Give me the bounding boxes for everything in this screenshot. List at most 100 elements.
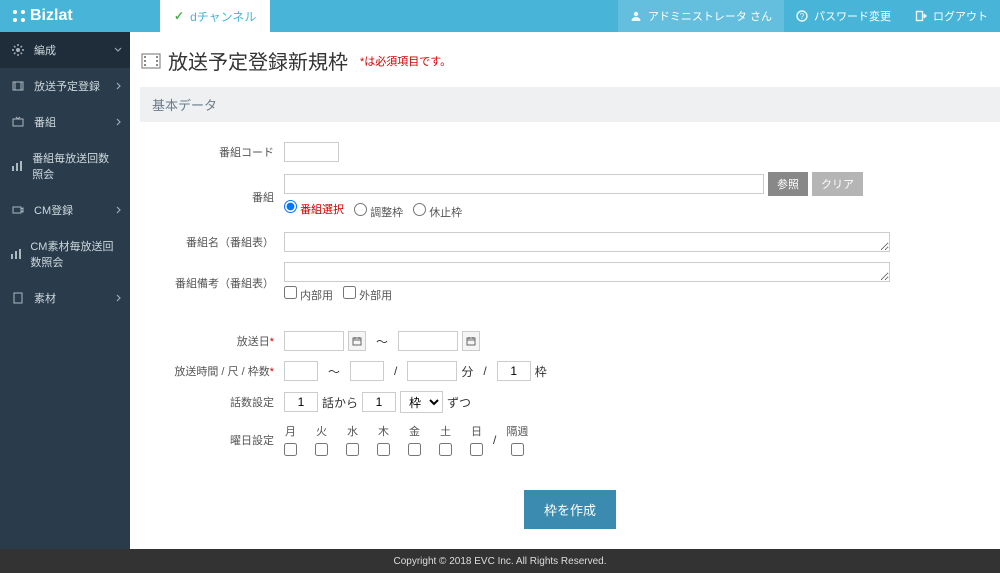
each-label: ずつ [447,394,471,411]
create-slot-button[interactable]: 枠を作成 [524,490,616,529]
program-code-input[interactable] [284,142,339,162]
day-sat-check[interactable] [439,443,452,456]
svg-text:?: ? [800,12,805,21]
program-input[interactable] [284,174,764,194]
day-mon: 月 [284,423,297,456]
slash: / [394,364,397,378]
sidebar-item-cm-material-count[interactable]: CM素材毎放送回数照会 [0,228,130,280]
form: 番組コード 番組 参照 クリア 番組選択 調整枠 休止枠 [140,122,1000,549]
brand-text: Bizlat [30,7,73,25]
day-tue-check[interactable] [315,443,328,456]
footer: Copyright © 2018 EVC Inc. All Rights Res… [0,549,1000,573]
sidebar-item-schedule[interactable]: 放送予定登録 [0,68,130,104]
day-sun-check[interactable] [470,443,483,456]
days-group: 月 火 水 木 金 土 日 [284,423,483,456]
browse-button[interactable]: 参照 [768,172,808,196]
clear-button[interactable]: クリア [812,172,863,196]
time-from[interactable] [284,361,318,381]
label-broadcast-date: 放送日* [154,333,284,349]
sidebar-item-compose[interactable]: 編成 [0,32,130,68]
channel-tab[interactable]: ✓ dチャンネル [160,0,270,32]
time-to[interactable] [350,361,384,381]
chart-icon [10,248,22,260]
sidebar-item-label: 編成 [34,42,56,58]
check-external[interactable]: 外部用 [343,286,392,303]
required-note: *は必須項目です。 [360,53,451,69]
episode-start-input[interactable] [284,392,318,412]
admin-user-label: アドミニストレータ さん [648,8,772,24]
calendar-icon[interactable] [462,331,480,351]
day-tue: 火 [315,423,328,456]
tv-icon [10,116,26,128]
duration-input[interactable] [407,361,457,381]
tilde: 〜 [376,333,388,350]
day-thu-check[interactable] [377,443,390,456]
minutes-label: 分 [461,363,473,380]
day-fri-check[interactable] [408,443,421,456]
day-thu: 木 [377,423,390,456]
slots-label: 枠 [535,363,547,380]
broadcast-date-from[interactable] [284,331,344,351]
file-icon [10,292,26,304]
program-note-input[interactable] [284,262,890,282]
slot-count-input[interactable] [497,361,531,381]
logout-label: ログアウト [933,8,988,24]
check-icon: ✓ [174,9,184,23]
radio-adjust-slot[interactable]: 調整枠 [354,203,403,220]
label-program-code: 番組コード [154,144,284,160]
day-sat: 土 [439,423,452,456]
film-icon [140,50,162,72]
sidebar-item-label: 素材 [34,290,56,306]
sidebar-item-label: 番組毎放送回数照会 [32,150,120,182]
label-program-name: 番組名（番組表） [154,234,284,250]
topbar: Bizlat ✓ dチャンネル アドミニストレータ さん ? パスワード変更 ロ… [0,0,1000,32]
channel-tab-label: dチャンネル [190,8,256,25]
label-time-scale-slots: 放送時間 / 尺 / 枠数* [154,363,284,379]
sidebar: 編成 放送予定登録 番組 番組毎放送回数照会 CM登録 CM素材毎放送回数照会 [0,32,130,549]
sidebar-item-label: CM登録 [34,202,73,218]
sidebar-item-program-count[interactable]: 番組毎放送回数照会 [0,140,130,192]
brand-logo: Bizlat [0,0,160,32]
day-wed: 水 [346,423,359,456]
label-program-note: 番組備考（番組表） [154,275,284,291]
admin-user[interactable]: アドミニストレータ さん [618,0,784,32]
sidebar-item-cm-register[interactable]: CM登録 [0,192,130,228]
day-mon-check[interactable] [284,443,297,456]
day-sun: 日 [470,423,483,456]
user-icon [630,10,642,22]
chevron-right-icon [116,118,122,126]
sidebar-item-program[interactable]: 番組 [0,104,130,140]
sidebar-item-material[interactable]: 素材 [0,280,130,316]
alt-week-check[interactable] [511,443,524,456]
broadcast-date-to[interactable] [398,331,458,351]
camera-icon [10,204,26,216]
episode-unit-select[interactable]: 枠 [400,391,443,413]
ep-from-label: 話から [322,394,358,411]
panel-header: 基本データ [140,87,1000,122]
chart-icon [10,160,24,172]
main-content: 放送予定登録新規枠 *は必須項目です。 基本データ 番組コード 番組 参照 クリ… [130,32,1000,549]
episode-step-input[interactable] [362,392,396,412]
chevron-right-icon [116,294,122,302]
logout-icon [915,10,927,22]
label-day-setting: 曜日設定 [154,432,284,448]
calendar-icon[interactable] [348,331,366,351]
radio-stop-slot[interactable]: 休止枠 [413,203,462,220]
alt-week: 隔週 [506,423,528,456]
help-icon: ? [796,10,808,22]
day-wed-check[interactable] [346,443,359,456]
chevron-down-icon [114,46,122,54]
label-program: 番組 [154,189,284,205]
gear-icon [10,44,26,56]
slash: / [483,364,486,378]
check-internal[interactable]: 内部用 [284,286,333,303]
radio-program-select[interactable]: 番組選択 [284,200,344,222]
sidebar-item-label: CM素材毎放送回数照会 [30,238,120,270]
page-title: 放送予定登録新規枠 [168,46,348,75]
logout[interactable]: ログアウト [903,0,1000,32]
password-change[interactable]: ? パスワード変更 [784,0,903,32]
chevron-right-icon [116,82,122,90]
program-name-input[interactable] [284,232,890,252]
film-icon [10,80,26,92]
sidebar-item-label: 放送予定登録 [34,78,100,94]
